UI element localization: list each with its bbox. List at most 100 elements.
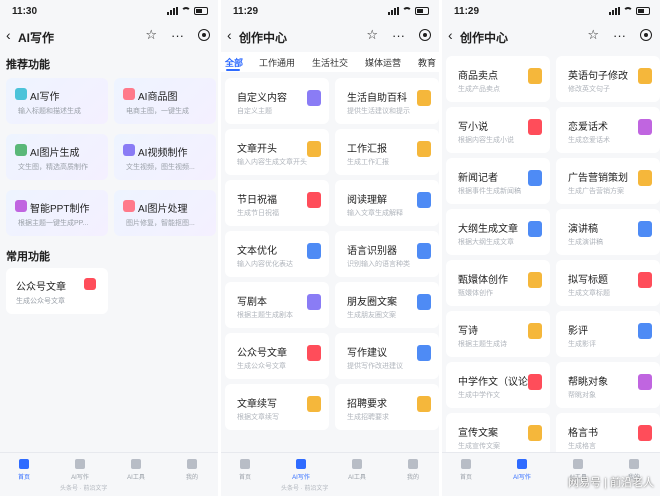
more-icon[interactable]: ··· (392, 28, 405, 43)
card-subtitle: 生成公众号文章 (16, 298, 65, 305)
template-tile[interactable]: 恋爱话术 生成恋爱话术 (556, 107, 660, 153)
tab-ai-writing[interactable]: AI写作 (502, 459, 542, 481)
template-icon (307, 90, 321, 106)
template-tile[interactable]: 大纲生成文章 根据大纲生成文章 (446, 209, 550, 255)
tab-home[interactable]: 首页 (446, 459, 486, 481)
page-title: AI写作 (18, 31, 55, 45)
tab-education[interactable]: 教育 (418, 56, 436, 69)
tile-subtitle: 生成工作汇报 (347, 159, 389, 166)
template-tile[interactable]: 影评 生成影评 (556, 311, 660, 357)
template-icon (528, 170, 542, 186)
template-tile[interactable]: 中学作文（议论文） 生成中学作文 (446, 362, 550, 408)
tile-title: 宣传文案 (458, 428, 498, 439)
template-icon (417, 396, 431, 412)
template-icon (417, 192, 431, 208)
tile-subtitle: 生成公众号文章 (237, 363, 286, 370)
mini-program-close-icon[interactable] (198, 29, 210, 41)
tile-title: 写剧本 (237, 297, 267, 308)
template-tile[interactable]: 朋友圈文案生成朋友圈文案 (335, 282, 439, 328)
tab-ai-tools[interactable]: AI工具 (337, 459, 377, 481)
template-tile[interactable]: 节日祝福 生成节日祝福 (225, 180, 329, 226)
feature-card[interactable]: AI商品图 电商主图，一键生成 (114, 78, 216, 124)
tile-subtitle: 生成宣传文案 (458, 443, 500, 450)
feature-card[interactable]: AI图片处理 图片修复，智能抠图... (114, 190, 216, 236)
tile-subtitle: 生成朋友圈文案 (347, 312, 396, 319)
tab-ai-tools[interactable]: AI工具 (116, 459, 156, 481)
template-tile[interactable]: 自定义内容 自定义主题 (225, 78, 329, 124)
template-tile[interactable]: 工作汇报 生成工作汇报 (335, 129, 439, 175)
tab-life-social[interactable]: 生活社交 (312, 56, 348, 69)
tile-title: 自定义内容 (237, 93, 287, 104)
signal-icon (167, 7, 178, 15)
tab-mine[interactable]: 我的 (393, 459, 433, 481)
status-time: 11:29 (454, 6, 480, 17)
common-feature-card[interactable]: 公众号文章生成公众号文章 (6, 268, 108, 314)
tile-title: 演讲稿 (568, 224, 598, 235)
tab-ai-writing[interactable]: AI写作 (60, 459, 100, 481)
screen-creation-center-2: 11:29 ‹ 创作中心 ☆ ··· 商品卖点 生成产品卖点 英语句子修改 修改英文句… (442, 0, 660, 496)
tab-home[interactable]: 首页 (225, 459, 265, 481)
template-tile[interactable]: 广告营销策划 生成广告营销方案 (556, 158, 660, 204)
status-bar: 11:29 (442, 0, 660, 22)
template-tile[interactable]: 英语句子修改 修改英文句子 (556, 56, 660, 102)
feature-card[interactable]: 智能PPT制作 根据主题一键生成PP... (6, 190, 108, 236)
feature-card[interactable]: AI图片生成 文生图，精选高质制作 (6, 134, 108, 180)
feature-card[interactable]: AI写作 输入标题和描述生成 (6, 78, 108, 124)
template-tile[interactable]: 文章开头 输入内容生成文章开头 (225, 129, 329, 175)
back-icon[interactable]: ‹ (6, 27, 11, 43)
template-icon (638, 170, 652, 186)
back-icon[interactable]: ‹ (448, 27, 453, 43)
card-title: 公众号文章 (16, 282, 66, 293)
star-icon[interactable]: ☆ (587, 27, 599, 43)
template-tile[interactable]: 新闻记者 根据事件生成新闻稿 (446, 158, 550, 204)
template-tile[interactable]: 写剧本 根据主题生成剧本 (225, 282, 329, 328)
tab-home[interactable]: 首页 (4, 459, 44, 481)
card-subtitle: 文生视频，图生视频... (126, 164, 195, 171)
tile-title: 招聘要求 (347, 399, 387, 410)
tab-mine[interactable]: 我的 (172, 459, 212, 481)
template-tile[interactable]: 写小说 根据内容生成小说 (446, 107, 550, 153)
template-tile[interactable]: 文章续写 根据文章续写 (225, 384, 329, 430)
mini-program-close-icon[interactable] (419, 29, 431, 41)
template-tile[interactable]: 公众号文章 生成公众号文章 (225, 333, 329, 379)
tile-subtitle: 提供写作改进建议 (347, 363, 403, 370)
template-tile[interactable]: 阅读理解 输入文章生成解释 (335, 180, 439, 226)
back-icon[interactable]: ‹ (227, 27, 232, 43)
star-icon[interactable]: ☆ (145, 27, 157, 43)
tab-all[interactable]: 全部 (225, 56, 243, 69)
template-tile[interactable]: 拟写标题 生成文章标题 (556, 260, 660, 306)
more-icon[interactable]: ··· (613, 28, 626, 43)
tile-title: 朋友圈文案 (347, 297, 397, 308)
template-icon (638, 119, 652, 135)
active-tab-indicator (226, 69, 240, 71)
tile-subtitle: 提供生活建议和提示 (347, 108, 410, 115)
template-tile[interactable]: 语言识别器 识别输入的语言种类 (335, 231, 439, 277)
more-icon[interactable]: ··· (171, 28, 184, 43)
tab-media[interactable]: 媒体运营 (365, 56, 401, 69)
template-tile[interactable]: 帮眺对象 帮眺对象 (556, 362, 660, 408)
status-bar: 11:30 (0, 0, 218, 22)
template-tile[interactable]: 写诗 根据主题生成诗 (446, 311, 550, 357)
template-tile[interactable]: 演讲稿 生成演讲稿 (556, 209, 660, 255)
tile-subtitle: 输入内容生成文章开头 (237, 159, 307, 166)
tile-subtitle: 生成恋爱话术 (568, 137, 610, 144)
template-tile[interactable]: 生活自助百科 提供生活建议和提示 (335, 78, 439, 124)
mini-program-close-icon[interactable] (640, 29, 652, 41)
page-title: 创作中心 (239, 31, 288, 45)
template-tile[interactable]: 写作建议 提供写作改进建议 (335, 333, 439, 379)
feature-card[interactable]: AI视频制作 文生视频，图生视频... (114, 134, 216, 180)
template-tile[interactable]: 文本优化 输入内容优化表达 (225, 231, 329, 277)
template-icon (307, 243, 321, 259)
template-tile[interactable]: 招聘要求 生成招聘要求 (335, 384, 439, 430)
tab-ai-writing[interactable]: AI写作 (281, 459, 321, 481)
doc-icon (75, 459, 85, 469)
nav-bar: ‹ AI写作 ☆ ··· (0, 24, 218, 48)
card-subtitle: 电商主图，一键生成 (126, 108, 189, 115)
battery-icon (194, 7, 208, 15)
nav-bar: ‹ 创作中心 ☆ ··· (442, 24, 660, 48)
watermark-text: 网易号 | 前沿老人 (568, 477, 654, 489)
template-tile[interactable]: 商品卖点 生成产品卖点 (446, 56, 550, 102)
template-tile[interactable]: 甄嬛体创作 甄嬛体创作 (446, 260, 550, 306)
star-icon[interactable]: ☆ (366, 27, 378, 43)
tab-work[interactable]: 工作通用 (259, 56, 295, 69)
